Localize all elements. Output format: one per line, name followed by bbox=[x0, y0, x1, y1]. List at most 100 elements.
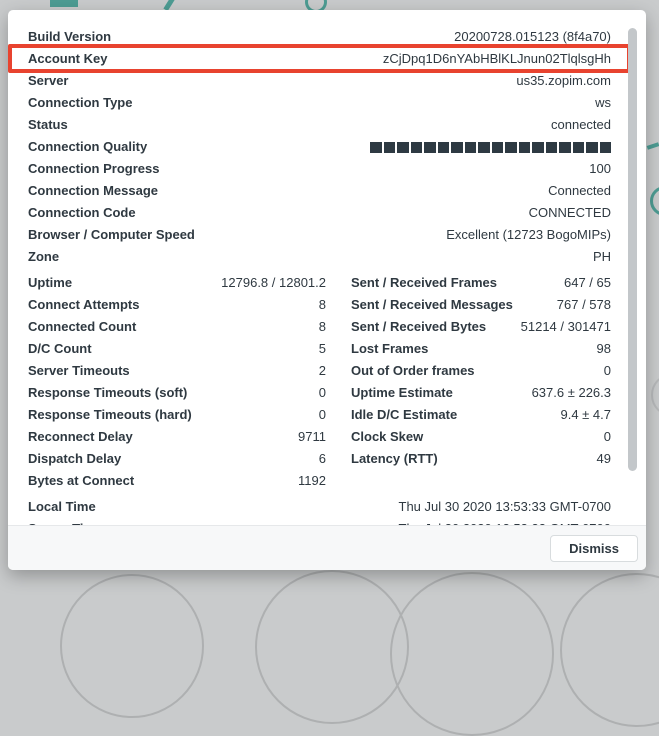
time-row: Server TimeThu Jul 30 2020 13:53:33 GMT-… bbox=[28, 518, 611, 525]
info-row: Browser / Computer SpeedExcellent (12723… bbox=[28, 224, 611, 246]
stat-row: Connect Attempts8Sent / Received Message… bbox=[28, 294, 611, 316]
row-label: Server Timeouts bbox=[28, 360, 130, 382]
quality-segment bbox=[492, 142, 504, 153]
row-value: ws bbox=[132, 92, 611, 114]
row-label: Server bbox=[28, 70, 68, 92]
row-label: Idle D/C Estimate bbox=[351, 404, 457, 426]
connection-quality-bar bbox=[147, 142, 611, 153]
stat-right: Clock Skew0 bbox=[351, 426, 611, 448]
modal-footer: Dismiss bbox=[8, 525, 646, 570]
quality-segment bbox=[505, 142, 517, 153]
quality-segment bbox=[370, 142, 382, 153]
row-label: Uptime bbox=[28, 272, 72, 294]
info-row: Connection MessageConnected bbox=[28, 180, 611, 202]
row-label: Clock Skew bbox=[351, 426, 423, 448]
row-value: Connected bbox=[158, 180, 611, 202]
info-row: Connection Typews bbox=[28, 92, 611, 114]
row-value: 49 bbox=[438, 448, 611, 470]
info-row: Serverus35.zopim.com bbox=[28, 70, 611, 92]
quality-segment bbox=[397, 142, 409, 153]
background-circle-outline bbox=[390, 572, 554, 736]
quality-segment bbox=[559, 142, 571, 153]
stat-right: Uptime Estimate637.6 ± 226.3 bbox=[351, 382, 611, 404]
row-label: Account Key bbox=[28, 48, 107, 70]
quality-segment bbox=[519, 142, 531, 153]
stat-left: D/C Count5 bbox=[28, 338, 326, 360]
row-value: 51214 / 301471 bbox=[486, 316, 611, 338]
scrollbar-thumb[interactable] bbox=[628, 28, 637, 471]
stat-left: Connect Attempts8 bbox=[28, 294, 326, 316]
stat-right: Sent / Received Bytes51214 / 301471 bbox=[351, 316, 611, 338]
row-value: 0 bbox=[475, 360, 611, 382]
row-label: Sent / Received Frames bbox=[351, 272, 497, 294]
quality-segment bbox=[411, 142, 423, 153]
row-label: Uptime Estimate bbox=[351, 382, 453, 404]
row-label: Connected Count bbox=[28, 316, 136, 338]
row-value: 12796.8 / 12801.2 bbox=[72, 272, 326, 294]
row-value: zCjDpq1D6nYAbHBlKLJnun02TlqlsgHh bbox=[107, 48, 611, 70]
background-circle-outline bbox=[60, 574, 204, 718]
row-label: Status bbox=[28, 114, 68, 136]
stat-left: Reconnect Delay9711 bbox=[28, 426, 326, 448]
row-label: Sent / Received Bytes bbox=[351, 316, 486, 338]
background-circle-outline bbox=[255, 570, 409, 724]
row-label: Lost Frames bbox=[351, 338, 428, 360]
row-value: 20200728.015123 (8f4a70) bbox=[111, 26, 611, 48]
row-value: 8 bbox=[139, 294, 326, 316]
stat-left: Uptime12796.8 / 12801.2 bbox=[28, 272, 326, 294]
quality-segment bbox=[532, 142, 544, 153]
row-label: Response Timeouts (soft) bbox=[28, 382, 187, 404]
row-label: Latency (RTT) bbox=[351, 448, 438, 470]
stat-left: Response Timeouts (hard)0 bbox=[28, 404, 326, 426]
background-gray-ring bbox=[651, 373, 659, 417]
row-value: 647 / 65 bbox=[497, 272, 611, 294]
row-label: Connection Progress bbox=[28, 158, 159, 180]
row-label: Connection Code bbox=[28, 202, 136, 224]
stat-row: Reconnect Delay9711 Clock Skew0 bbox=[28, 426, 611, 448]
dismiss-button[interactable]: Dismiss bbox=[550, 535, 638, 562]
row-value: 0 bbox=[187, 382, 326, 404]
stat-rows-section: Uptime12796.8 / 12801.2 Sent / Received F… bbox=[28, 272, 611, 492]
stat-row: D/C Count5 Lost Frames98 bbox=[28, 338, 611, 360]
quality-segment bbox=[478, 142, 490, 153]
quality-segment bbox=[465, 142, 477, 153]
background-teal-ring-right bbox=[650, 186, 659, 216]
row-label: Build Version bbox=[28, 26, 111, 48]
stat-row: Connected Count8 Sent / Received Bytes512… bbox=[28, 316, 611, 338]
stat-left: Response Timeouts (soft)0 bbox=[28, 382, 326, 404]
stat-left: Bytes at Connect1192 bbox=[28, 470, 326, 492]
quality-segment bbox=[600, 142, 612, 153]
info-row: Connection Quality bbox=[28, 136, 611, 158]
row-label: Connection Message bbox=[28, 180, 158, 202]
stat-right: Latency (RTT)49 bbox=[351, 448, 611, 470]
row-label: Out of Order frames bbox=[351, 360, 475, 382]
row-value: 9.4 ± 4.7 bbox=[457, 404, 611, 426]
time-rows-section: Local TimeThu Jul 30 2020 13:53:33 GMT-0… bbox=[28, 496, 611, 525]
stat-right: Idle D/C Estimate9.4 ± 4.7 bbox=[351, 404, 611, 426]
stat-left: Dispatch Delay6 bbox=[28, 448, 326, 470]
row-value: connected bbox=[68, 114, 611, 136]
row-value: 637.6 ± 226.3 bbox=[453, 382, 611, 404]
row-value: 0 bbox=[423, 426, 611, 448]
connection-diagnostics-modal: Build Version20200728.015123 (8f4a70)Acc… bbox=[8, 10, 646, 570]
account-key-row: Account KeyzCjDpq1D6nYAbHBlKLJnun02Tlqls… bbox=[28, 48, 611, 70]
row-label: Connection Quality bbox=[28, 136, 147, 158]
info-row: Connection CodeCONNECTED bbox=[28, 202, 611, 224]
stat-row: Dispatch Delay6 Latency (RTT)49 bbox=[28, 448, 611, 470]
row-value: Thu Jul 30 2020 13:53:33 GMT-0700 bbox=[102, 518, 611, 525]
quality-segment bbox=[438, 142, 450, 153]
row-value: 6 bbox=[121, 448, 326, 470]
time-row: Local TimeThu Jul 30 2020 13:53:33 GMT-0… bbox=[28, 496, 611, 518]
row-value: 767 / 578 bbox=[513, 294, 611, 316]
background-teal-dash bbox=[647, 142, 659, 150]
row-value: Excellent (12723 BogoMIPs) bbox=[195, 224, 611, 246]
row-label: Reconnect Delay bbox=[28, 426, 133, 448]
row-label: Response Timeouts (hard) bbox=[28, 404, 192, 426]
row-label: D/C Count bbox=[28, 338, 92, 360]
row-value: 98 bbox=[428, 338, 611, 360]
row-label: Zone bbox=[28, 246, 59, 268]
stat-row: Bytes at Connect1192 bbox=[28, 470, 611, 492]
background-teal-rectangle bbox=[50, 0, 78, 7]
row-label: Browser / Computer Speed bbox=[28, 224, 195, 246]
stat-left: Connected Count8 bbox=[28, 316, 326, 338]
